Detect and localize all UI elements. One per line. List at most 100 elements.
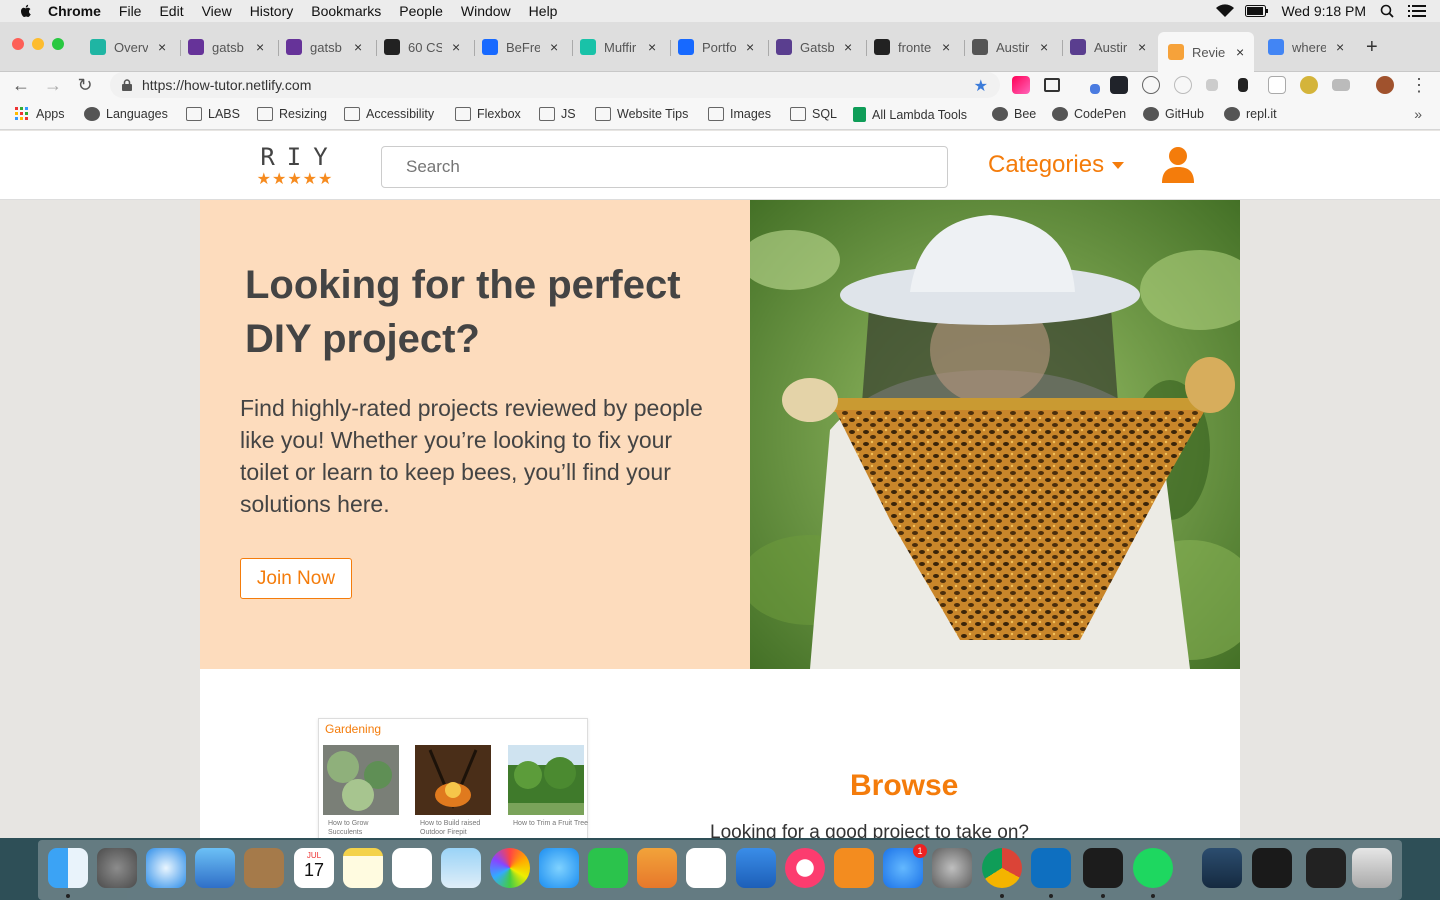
tab-close-icon[interactable]: × [1040, 39, 1048, 55]
notes-icon[interactable] [343, 848, 383, 888]
tab-close-icon[interactable]: × [452, 39, 460, 55]
keynote-icon[interactable] [736, 848, 776, 888]
ibooks-icon[interactable] [834, 848, 874, 888]
preview-icon[interactable] [441, 848, 481, 888]
browser-tab[interactable]: where × [1268, 34, 1344, 60]
user-account-icon[interactable] [1161, 146, 1195, 183]
photos-icon[interactable] [490, 848, 530, 888]
extension-circle-icon[interactable] [1142, 76, 1160, 94]
new-tab-button[interactable]: + [1366, 36, 1378, 59]
browser-tab[interactable]: Overv × [90, 34, 166, 60]
wifi-icon[interactable] [1215, 4, 1235, 18]
bookmark-item[interactable]: JS [539, 107, 576, 121]
join-now-button[interactable]: Join Now [240, 558, 352, 599]
bookmark-item[interactable]: SQL [790, 107, 837, 121]
tab-close-icon[interactable]: × [550, 39, 558, 55]
chrome-menu-icon[interactable]: ⋮ [1408, 75, 1430, 97]
bookmarks-overflow-icon[interactable]: » [1414, 106, 1422, 122]
extension-pointer-icon[interactable] [1268, 76, 1286, 94]
browser-tab[interactable]: gatsb × [286, 34, 362, 60]
bookmark-item[interactable]: Accessibility [344, 107, 434, 121]
tab-close-icon[interactable]: × [354, 39, 362, 55]
tab-close-icon[interactable]: × [158, 39, 166, 55]
itunes-icon[interactable] [785, 848, 825, 888]
menu-view[interactable]: View [202, 3, 232, 19]
site-logo[interactable]: RIY ★★★★★ [245, 143, 345, 189]
back-arrow-icon[interactable]: ← [10, 75, 32, 97]
spotlight-search-icon[interactable] [1380, 4, 1394, 18]
bookmark-item[interactable]: All Lambda Tools [853, 107, 967, 122]
tab-close-icon[interactable]: × [844, 39, 852, 55]
notification-center-icon[interactable] [1408, 4, 1426, 18]
mail-icon[interactable] [195, 848, 235, 888]
apple-menu-icon[interactable] [18, 3, 34, 19]
extension-shield-icon[interactable] [1300, 76, 1318, 94]
window-close-button[interactable] [12, 38, 24, 50]
browser-tab[interactable]: 60 CS × [384, 34, 460, 60]
browser-tab[interactable]: Gatsb × [776, 34, 852, 60]
contacts-icon[interactable] [244, 848, 284, 888]
bookmark-star-icon[interactable]: ★ [974, 76, 988, 96]
menu-people[interactable]: People [399, 3, 443, 19]
menu-bookmarks[interactable]: Bookmarks [311, 3, 381, 19]
menu-help[interactable]: Help [529, 3, 558, 19]
bookmark-item[interactable]: repl.it [1224, 107, 1277, 121]
spotify-icon[interactable] [1133, 848, 1173, 888]
tab-close-icon[interactable]: × [256, 39, 264, 55]
address-url[interactable]: https://how-tutor.netlify.com [142, 77, 311, 93]
succulents-thumbnail[interactable] [323, 745, 399, 815]
bookmark-item[interactable]: Images [708, 107, 771, 121]
screenshots-icon[interactable] [1252, 848, 1292, 888]
window-zoom-button[interactable] [52, 38, 64, 50]
extension-picker-icon[interactable] [1090, 84, 1100, 94]
tab-close-icon[interactable]: × [1236, 44, 1244, 60]
browser-tab[interactable]: gatsb × [188, 34, 264, 60]
bookmark-item[interactable]: CodePen [1052, 107, 1126, 121]
extension-cursor-icon[interactable] [1238, 78, 1248, 92]
messages-icon[interactable] [539, 848, 579, 888]
address-bar[interactable]: https://how-tutor.netlify.com ★ [110, 72, 1000, 98]
browser-tab[interactable]: BeFre × [482, 34, 558, 60]
window-minimize-button[interactable] [32, 38, 44, 50]
extension-grey-icon[interactable] [1206, 79, 1218, 91]
bookmark-item[interactable]: GitHub [1143, 107, 1204, 121]
browser-tab[interactable]: fronte × [874, 34, 950, 60]
browser-tab[interactable]: Muffir × [580, 34, 656, 60]
chrome-icon[interactable] [982, 848, 1022, 888]
reminders-icon[interactable] [392, 848, 432, 888]
tab-close-icon[interactable]: × [746, 39, 754, 55]
extension-react-icon[interactable] [1110, 76, 1128, 94]
bookmark-item[interactable]: Flexbox [455, 107, 521, 121]
lock-icon[interactable] [122, 79, 132, 91]
menu-app-name[interactable]: Chrome [48, 3, 101, 19]
keyboard-icon[interactable] [1202, 848, 1242, 888]
menu-edit[interactable]: Edit [159, 3, 183, 19]
tab-close-icon[interactable]: × [1336, 39, 1344, 55]
browser-tab[interactable]: Portfo × [678, 34, 754, 60]
finder-icon[interactable] [48, 848, 88, 888]
menu-history[interactable]: History [250, 3, 294, 19]
battery-icon[interactable] [1245, 5, 1269, 17]
category-card-gardening[interactable]: Gardening How to Grow Succulents How to … [318, 718, 588, 838]
forward-arrow-icon[interactable]: → [42, 75, 64, 97]
numbers-icon[interactable] [686, 848, 726, 888]
fruit-tree-thumbnail[interactable] [508, 745, 584, 815]
categories-dropdown[interactable]: Categories [988, 151, 1125, 179]
screen-capture-icon[interactable] [1306, 848, 1346, 888]
browser-tab[interactable]: Revie × [1158, 32, 1254, 72]
vscode-icon[interactable] [1031, 848, 1071, 888]
extension-color-icon[interactable] [1012, 76, 1030, 94]
bookmark-item[interactable]: Resizing [257, 107, 327, 121]
safari-icon[interactable] [146, 848, 186, 888]
system-preferences-icon[interactable] [932, 848, 972, 888]
facetime-icon[interactable] [588, 848, 628, 888]
browser-tab[interactable]: Austir × [1070, 34, 1146, 60]
tab-close-icon[interactable]: × [942, 39, 950, 55]
bookmark-item[interactable]: Apps [14, 107, 65, 121]
bookmark-item[interactable]: Website Tips [595, 107, 688, 121]
bookmark-item[interactable]: LABS [186, 107, 240, 121]
menu-window[interactable]: Window [461, 3, 511, 19]
extension-camera-icon[interactable] [1332, 79, 1350, 91]
menubar-clock[interactable]: Wed 9:18 PM [1281, 3, 1366, 19]
tab-close-icon[interactable]: × [648, 39, 656, 55]
